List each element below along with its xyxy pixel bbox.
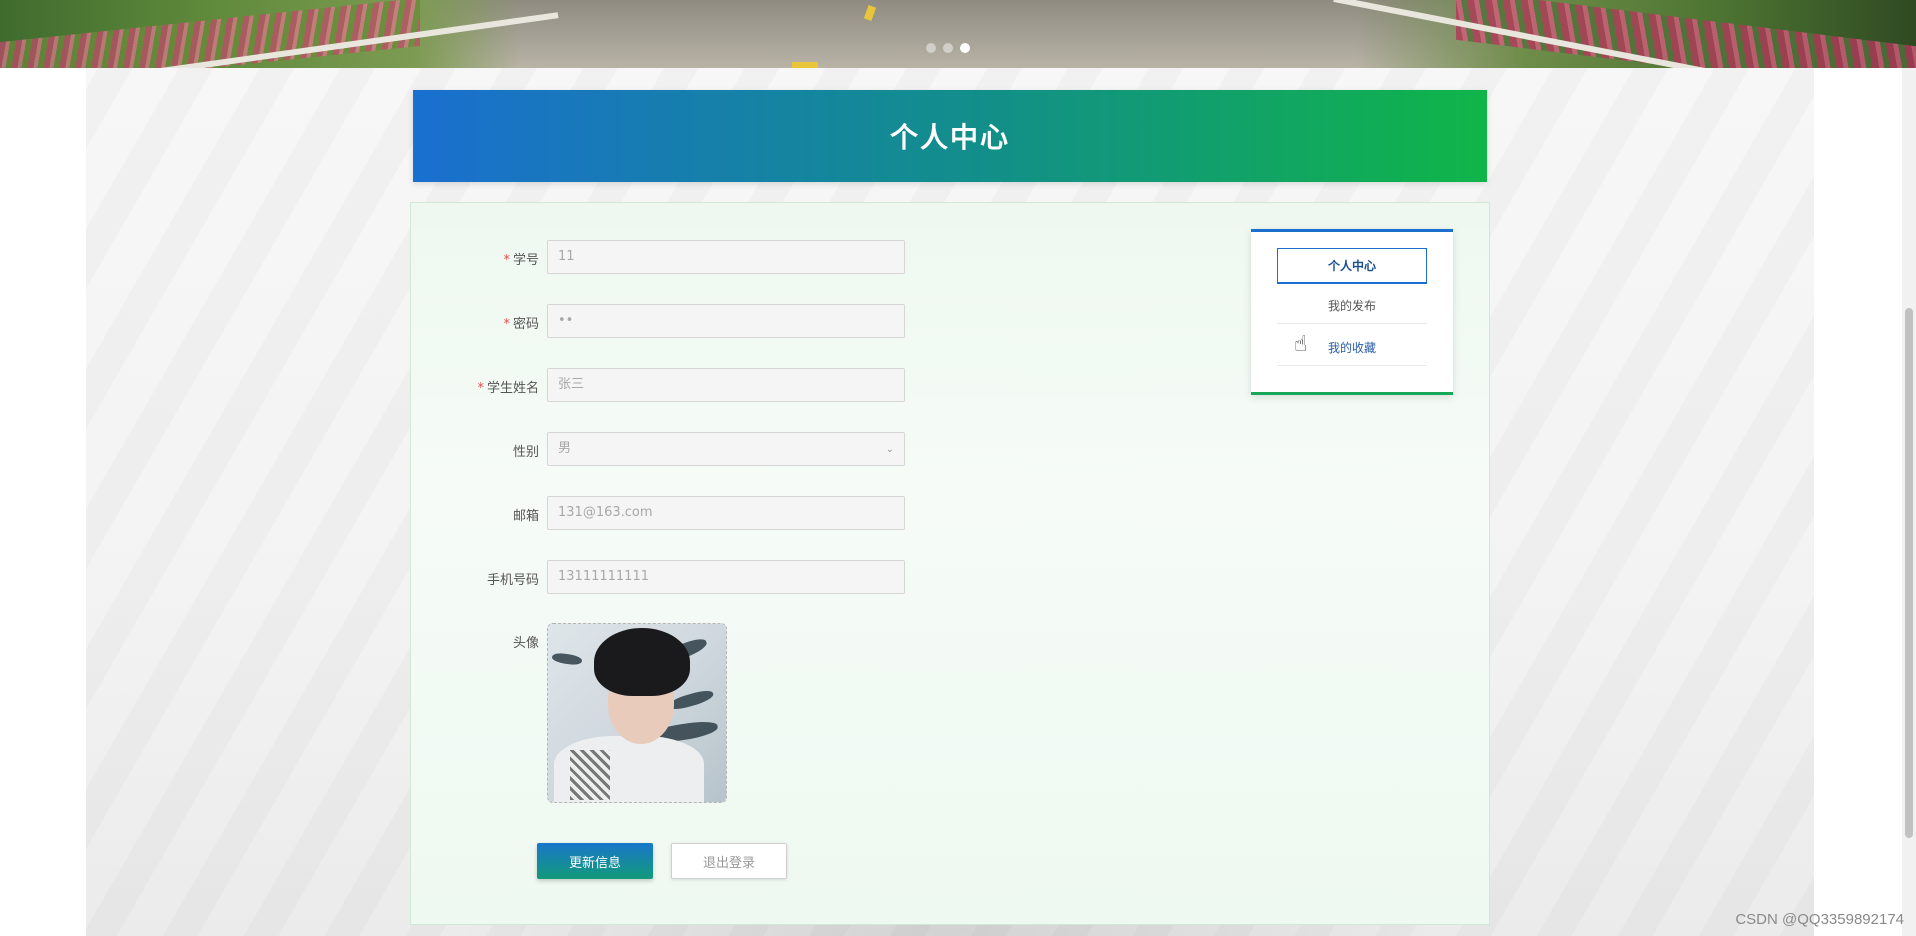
carousel-dot-3[interactable] xyxy=(960,43,970,53)
student-name-row: * 学生姓名 张三 xyxy=(411,368,931,404)
menu-item-my-posts[interactable]: 我的发布 xyxy=(1277,288,1427,324)
student-id-label: * 学号 xyxy=(503,253,539,268)
logout-button[interactable]: 退出登录 xyxy=(671,843,787,879)
avatar-label: 头像 xyxy=(512,636,539,651)
profile-card: * 学号 11 * 密码 •• * 学生姓名 张三 性别 男 ⌄ 邮箱 131@163… xyxy=(410,202,1490,925)
email-input[interactable]: 131@163.com xyxy=(547,496,905,530)
side-menu: 个人中心 我的发布 我的收藏 xyxy=(1251,229,1453,395)
password-row: * 密码 •• xyxy=(411,304,931,340)
carousel-dot-2[interactable] xyxy=(943,43,953,53)
hand-pointer-icon: ☝ xyxy=(1294,332,1308,357)
student-id-input[interactable]: 11 xyxy=(547,240,905,274)
banner-lane-mark xyxy=(863,5,877,21)
scrollbar[interactable] xyxy=(1902,68,1916,936)
avatar-hair xyxy=(594,628,690,696)
phone-row: 手机号码 13111111111 xyxy=(411,560,931,596)
gender-row: 性别 男 ⌄ xyxy=(411,432,931,468)
gender-value: 男 xyxy=(558,441,572,456)
student-name-label: * 学生姓名 xyxy=(477,381,539,396)
page-title: 个人中心 xyxy=(889,121,1010,154)
page-header: 个人中心 xyxy=(413,90,1487,182)
required-mark: * xyxy=(503,253,510,268)
scrollbar-thumb[interactable] xyxy=(1905,308,1913,838)
chevron-down-icon: ⌄ xyxy=(885,444,894,455)
student-name-input[interactable]: 张三 xyxy=(547,368,905,402)
email-row: 邮箱 131@163.com xyxy=(411,496,931,532)
carousel-dot-1[interactable] xyxy=(926,43,936,53)
watermark: CSDN @QQ3359892174 xyxy=(1735,911,1904,928)
phone-input[interactable]: 13111111111 xyxy=(547,560,905,594)
update-info-button[interactable]: 更新信息 xyxy=(537,843,653,879)
avatar-pattern xyxy=(570,750,610,800)
menu-item-profile[interactable]: 个人中心 xyxy=(1277,248,1427,284)
phone-label: 手机号码 xyxy=(486,573,539,588)
banner-carousel[interactable] xyxy=(0,0,1916,68)
required-mark: * xyxy=(503,317,510,332)
student-id-row: * 学号 11 xyxy=(411,240,931,276)
carousel-dots xyxy=(926,43,970,53)
email-label: 邮箱 xyxy=(512,509,539,524)
password-input[interactable]: •• xyxy=(547,304,905,338)
required-mark: * xyxy=(477,381,484,396)
password-label: * 密码 xyxy=(503,317,539,332)
gender-select[interactable]: 男 ⌄ xyxy=(547,432,905,466)
avatar-upload[interactable] xyxy=(547,623,727,803)
gender-label: 性别 xyxy=(512,445,539,460)
